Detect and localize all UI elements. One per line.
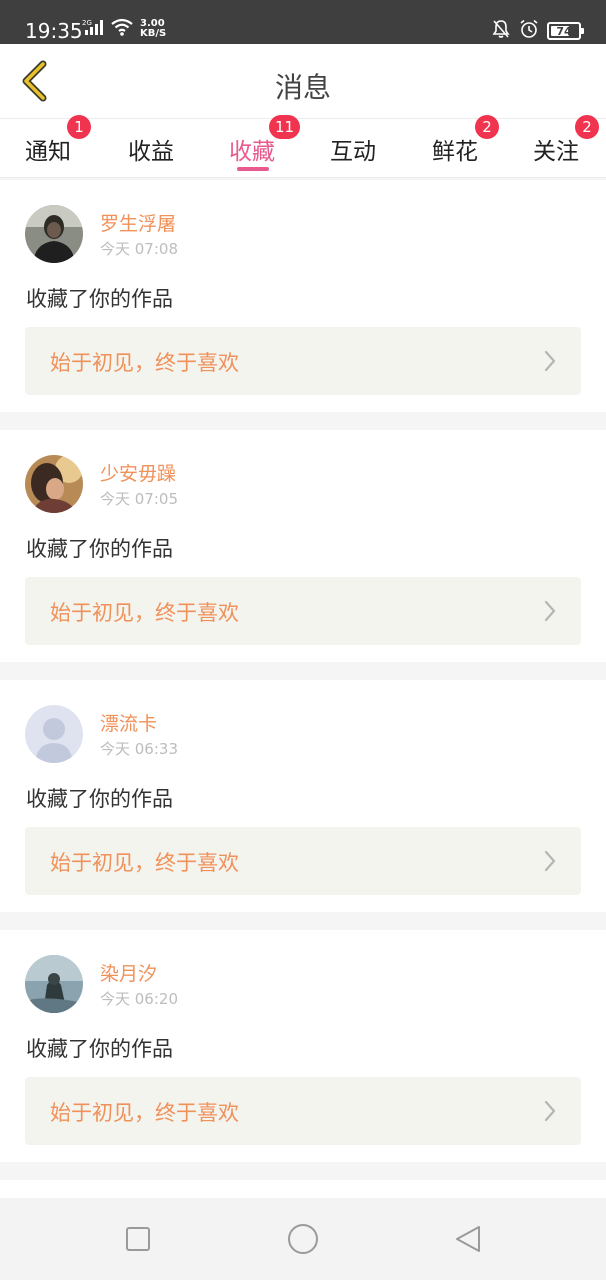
- tab-label: 鲜花: [432, 139, 478, 165]
- status-right-icons: 74: [491, 19, 584, 43]
- username[interactable]: 漂流卡: [100, 709, 157, 736]
- back-icon: [456, 1226, 480, 1252]
- avatar[interactable]: [25, 205, 83, 263]
- avatar-photo-icon: [25, 955, 83, 1013]
- net-type-label: 2G: [82, 19, 92, 27]
- tab-label: 通知: [25, 139, 71, 165]
- work-link[interactable]: 始于初见，终于喜欢: [25, 327, 581, 395]
- signal-icon: 2G: [82, 18, 104, 40]
- tab-earnings[interactable]: 收益: [128, 119, 208, 177]
- chevron-right-icon: [544, 850, 556, 872]
- avatar-photo-icon: [25, 455, 83, 513]
- avatar-photo-icon: [25, 205, 83, 263]
- battery-icon: 74: [547, 22, 584, 40]
- tab-notifications[interactable]: 通知 1: [25, 115, 105, 177]
- work-link[interactable]: 始于初见，终于喜欢: [25, 1077, 581, 1145]
- page-title: 消息: [274, 71, 331, 104]
- chevron-right-icon: [544, 600, 556, 622]
- username[interactable]: 少安毋躁: [100, 459, 176, 486]
- status-left-icons: 2G 3.00 KB/S: [82, 18, 166, 40]
- battery-tip: [581, 28, 584, 34]
- recent-apps-icon: [126, 1227, 150, 1251]
- tab-label: 互动: [330, 139, 376, 165]
- tab-label: 收益: [128, 139, 174, 165]
- tab-favorites[interactable]: 收藏 11: [229, 115, 309, 177]
- tab-badge: 2: [475, 115, 499, 139]
- username[interactable]: 罗生浮屠: [100, 209, 176, 236]
- tab-label: 收藏: [229, 139, 275, 165]
- action-text: 收藏了你的作品: [26, 1037, 173, 1061]
- tab-label: 关注: [533, 139, 579, 165]
- tab-badge: 11: [269, 115, 301, 139]
- timestamp: 今天 07:08: [100, 240, 178, 258]
- tab-following[interactable]: 关注 2: [533, 115, 606, 177]
- work-title: 始于初见，终于喜欢: [50, 351, 239, 375]
- action-text: 收藏了你的作品: [26, 287, 173, 311]
- timestamp: 今天 06:33: [100, 740, 178, 758]
- action-text: 收藏了你的作品: [26, 537, 173, 561]
- net-speed: 3.00 KB/S: [140, 19, 166, 39]
- net-speed-unit: KB/S: [140, 28, 167, 39]
- bell-muted-icon: [491, 19, 511, 43]
- active-tab-indicator: [237, 167, 269, 171]
- work-link[interactable]: 始于初见，终于喜欢: [25, 577, 581, 645]
- wifi-icon: [110, 18, 134, 40]
- chevron-right-icon: [544, 350, 556, 372]
- list-item: [0, 1180, 606, 1198]
- avatar[interactable]: [25, 955, 83, 1013]
- action-text: 收藏了你的作品: [26, 787, 173, 811]
- tab-interactions[interactable]: 互动: [330, 119, 410, 177]
- work-title: 始于初见，终于喜欢: [50, 851, 239, 875]
- avatar[interactable]: [25, 455, 83, 513]
- tab-badge: 1: [67, 115, 91, 139]
- work-link[interactable]: 始于初见，终于喜欢: [25, 827, 581, 895]
- status-time: 19:35: [25, 19, 83, 43]
- home-icon: [288, 1224, 318, 1254]
- list-item: 漂流卡 今天 06:33 收藏了你的作品 始于初见，终于喜欢: [0, 680, 606, 912]
- work-title: 始于初见，终于喜欢: [50, 601, 239, 625]
- default-avatar-icon: [25, 705, 83, 763]
- nav-back-button[interactable]: [450, 1221, 486, 1257]
- timestamp: 今天 07:05: [100, 490, 178, 508]
- list-item: 染月汐 今天 06:20 收藏了你的作品 始于初见，终于喜欢: [0, 930, 606, 1162]
- header: 消息: [0, 44, 606, 118]
- battery-level: 74: [556, 24, 572, 38]
- avatar[interactable]: [25, 705, 83, 763]
- timestamp: 今天 06:20: [100, 990, 178, 1008]
- tab-badge: 2: [575, 115, 599, 139]
- alarm-icon: [519, 19, 539, 43]
- work-title: 始于初见，终于喜欢: [50, 1101, 239, 1125]
- username[interactable]: 染月汐: [100, 959, 157, 986]
- list-item: 少安毋躁 今天 07:05 收藏了你的作品 始于初见，终于喜欢: [0, 430, 606, 662]
- system-nav-bar: [0, 1198, 606, 1280]
- home-button[interactable]: [285, 1221, 321, 1257]
- chevron-right-icon: [544, 1100, 556, 1122]
- list-item: 罗生浮屠 今天 07:08 收藏了你的作品 始于初见，终于喜欢: [0, 180, 606, 412]
- tab-bar: 通知 1 收益 收藏 11 互动 鲜花 2 关注 2: [0, 115, 606, 178]
- status-bar: 19:35 2G 3.00 KB/S 74: [0, 0, 606, 44]
- recent-apps-button[interactable]: [120, 1221, 156, 1257]
- tab-flowers[interactable]: 鲜花 2: [432, 115, 512, 177]
